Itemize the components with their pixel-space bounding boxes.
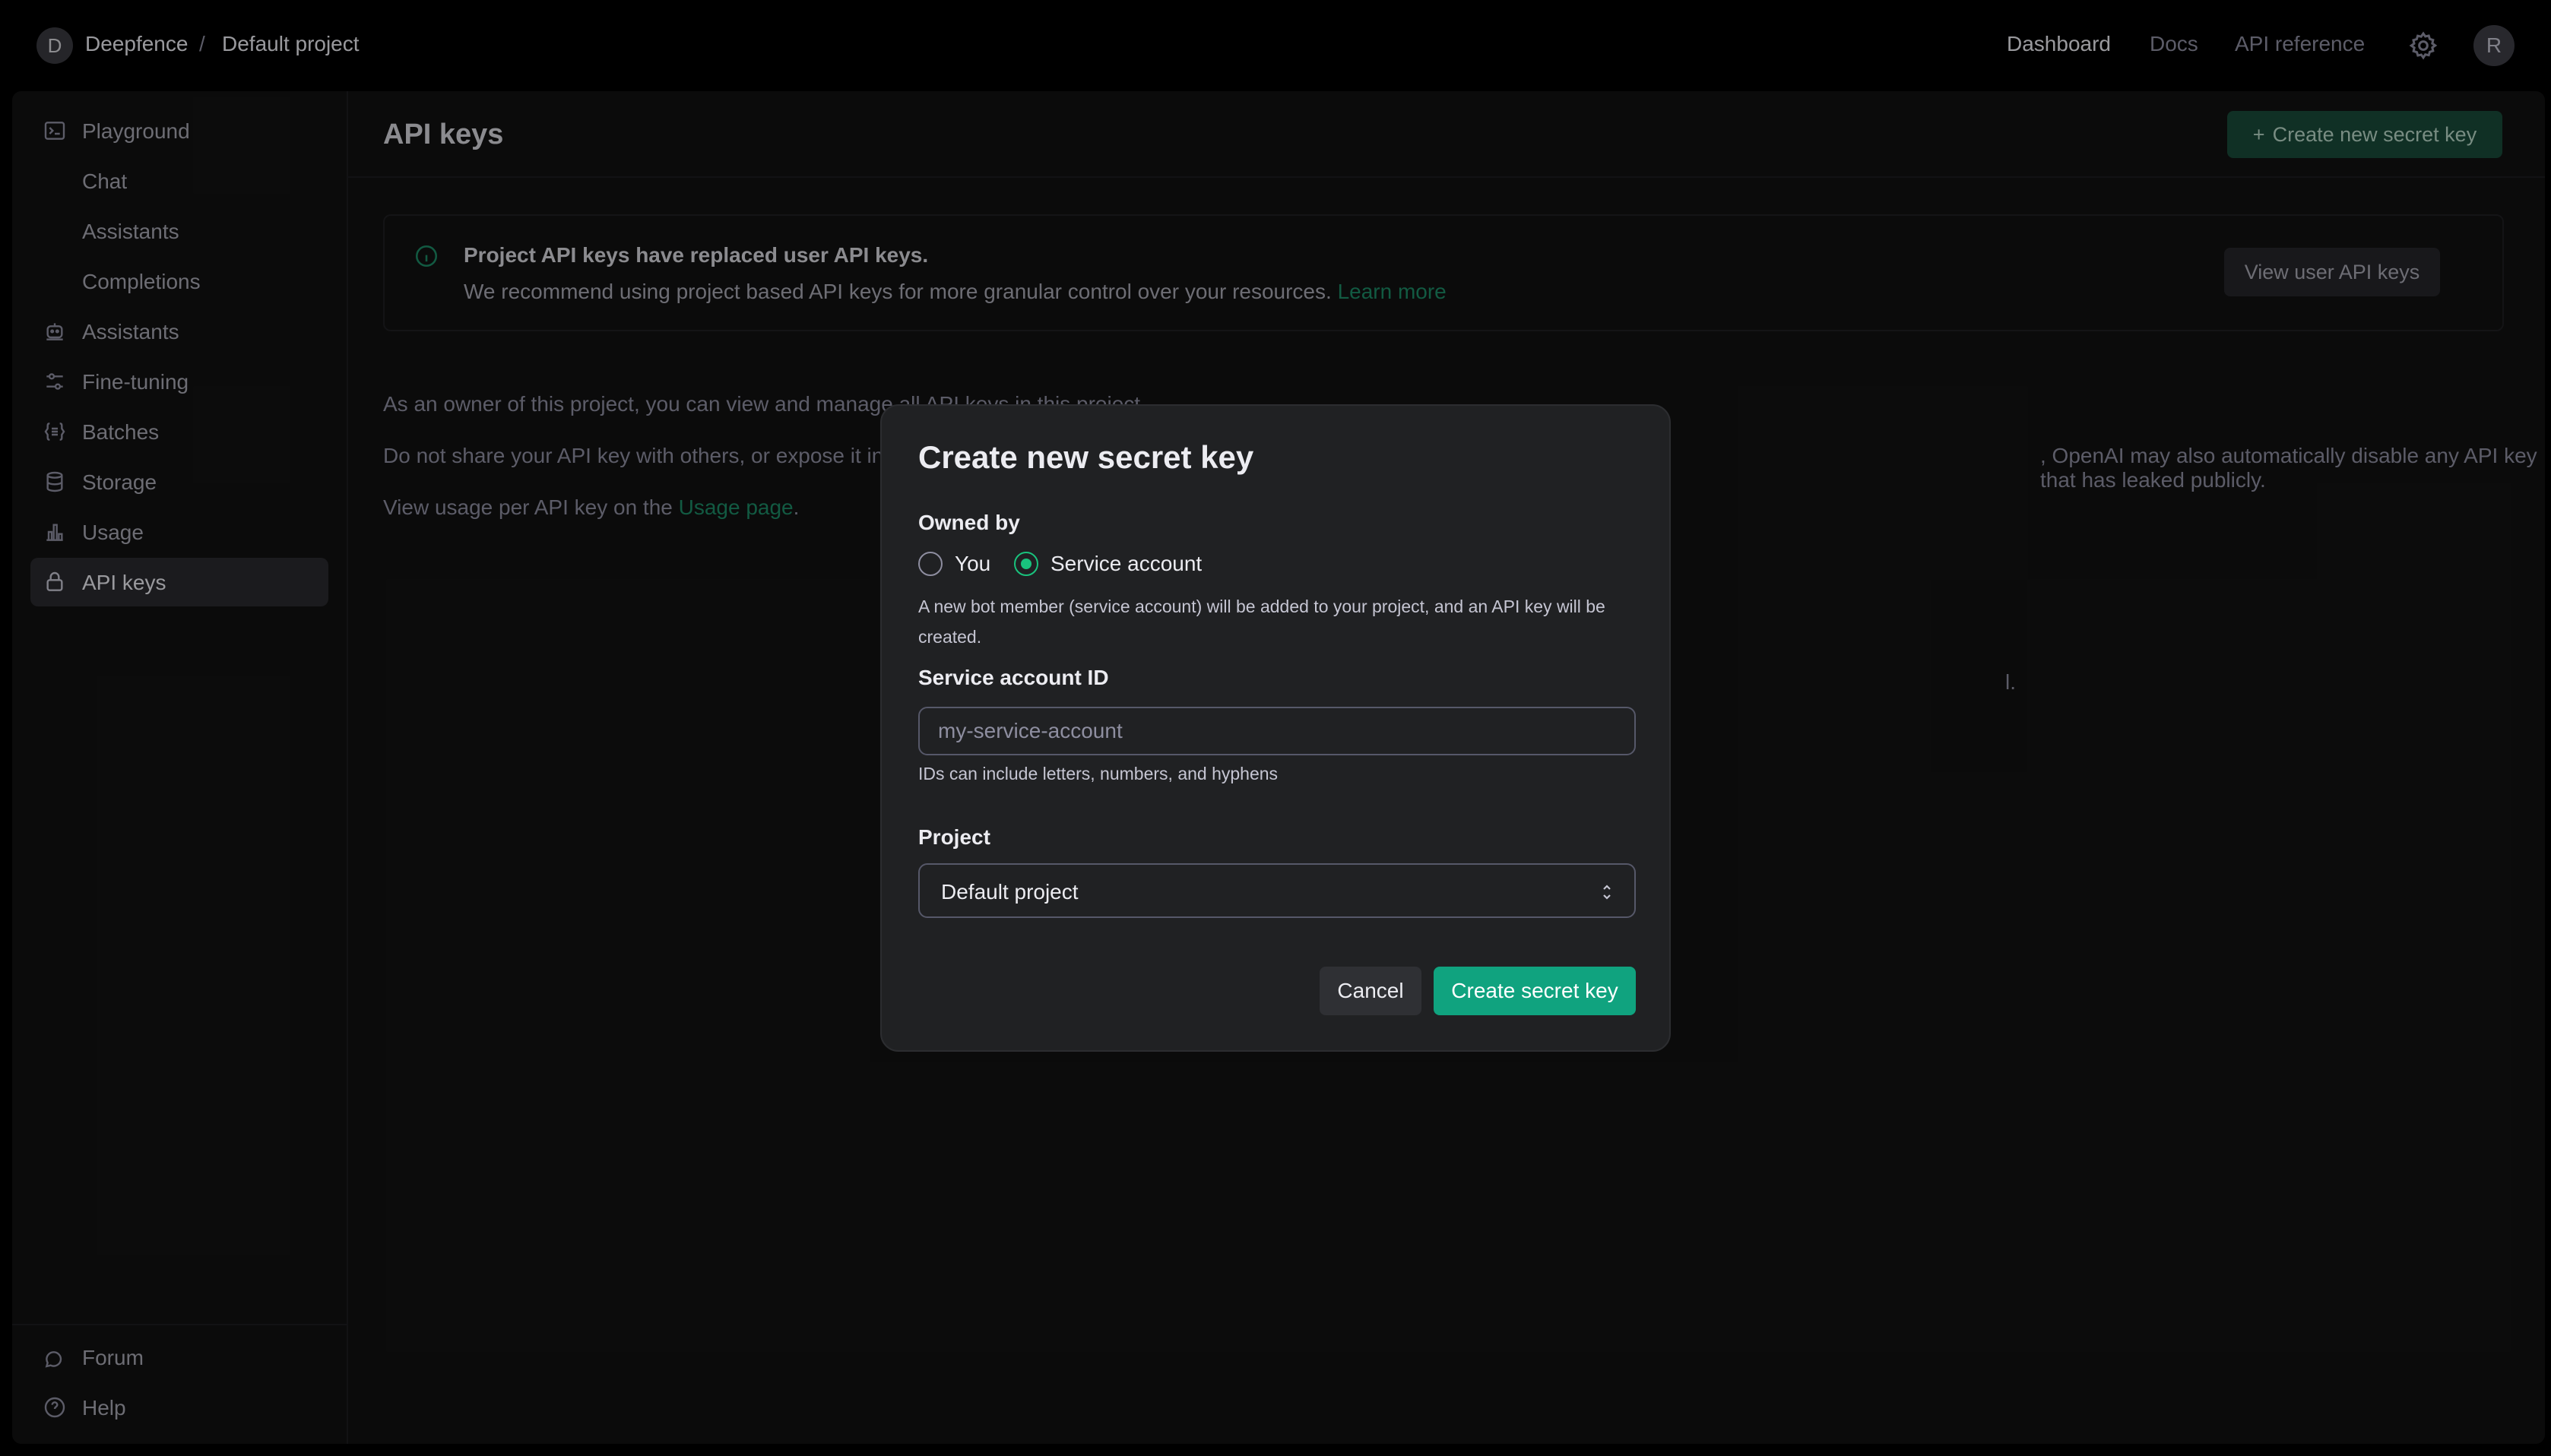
modal-title: Create new secret key [918,439,1254,475]
project-select[interactable]: Default project [918,863,1636,918]
chevron-up-down-icon [1603,885,1611,900]
owner-you-label[interactable]: You [955,552,990,576]
owner-service-account-radio[interactable] [1014,552,1038,576]
owner-service-account-label[interactable]: Service account [1051,552,1202,576]
service-account-id-input[interactable] [918,707,1636,755]
service-account-id-label: Service account ID [918,666,1109,689]
project-label: Project [918,825,990,849]
owned-by-label: Owned by [918,511,1020,534]
service-account-help-text: A new bot member (service account) will … [918,597,1605,647]
project-select-value: Default project [941,880,1079,904]
create-secret-key-button[interactable]: Create secret key [1434,967,1636,1015]
owner-you-radio[interactable] [918,552,943,576]
service-account-id-help: IDs can include letters, numbers, and hy… [918,764,1279,783]
create-secret-key-modal: Create new secret key Owned by You Servi… [880,404,1671,1052]
cancel-button[interactable]: Cancel [1320,967,1421,1015]
